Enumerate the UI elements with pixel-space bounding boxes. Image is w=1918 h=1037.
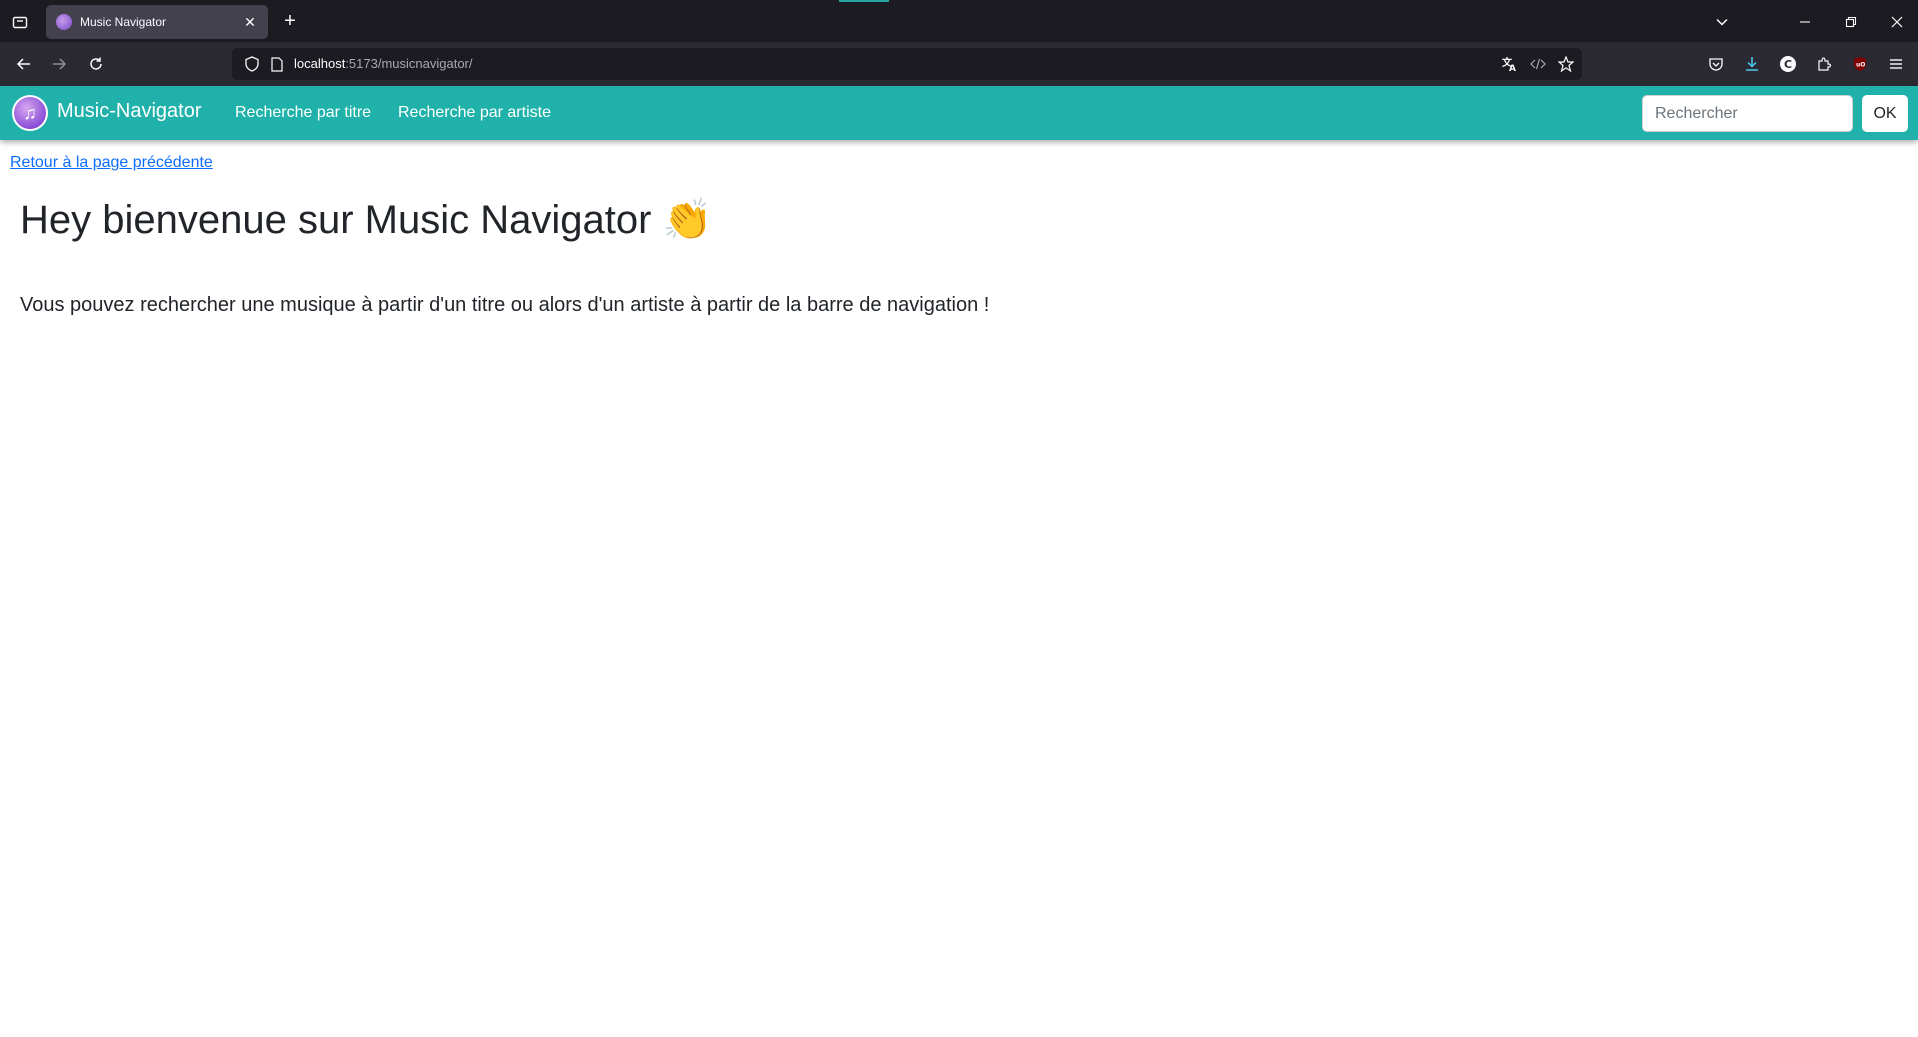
- code-icon[interactable]: [1530, 56, 1546, 72]
- close-tab-icon[interactable]: ✕: [242, 14, 258, 31]
- extensions-puzzle-icon[interactable]: [1812, 52, 1836, 76]
- restore-icon[interactable]: [1839, 10, 1863, 34]
- browser-tab-bar: Music Navigator ✕ +: [0, 0, 1918, 42]
- nav-link-search-artist[interactable]: Recherche par artiste: [398, 104, 551, 122]
- svg-text:C: C: [1784, 58, 1792, 71]
- url-path: :5173/musicnavigator/: [345, 56, 473, 71]
- url-text[interactable]: localhost:5173/musicnavigator/: [294, 56, 473, 71]
- search-ok-button[interactable]: OK: [1862, 95, 1908, 132]
- tab-title: Music Navigator: [80, 15, 167, 29]
- tab-list-icon[interactable]: [8, 10, 32, 34]
- browser-toolbar: localhost:5173/musicnavigator/ 文A C uO: [0, 42, 1918, 86]
- tab-accent-line: [839, 0, 889, 2]
- music-logo-icon[interactable]: ♫: [12, 95, 48, 131]
- translate-icon[interactable]: 文A: [1502, 56, 1518, 72]
- nav-link-search-title[interactable]: Recherche par titre: [235, 104, 371, 122]
- url-host: localhost: [294, 56, 346, 71]
- url-bar[interactable]: localhost:5173/musicnavigator/ 文A: [232, 48, 1582, 80]
- page-icon[interactable]: [269, 56, 285, 72]
- back-link[interactable]: Retour à la page précédente: [10, 154, 213, 172]
- new-tab-icon[interactable]: +: [278, 10, 302, 34]
- minimize-icon[interactable]: [1793, 10, 1817, 34]
- back-arrow-icon[interactable]: [12, 52, 36, 76]
- page-title: Hey bienvenue sur Music Navigator 👏: [20, 198, 713, 242]
- reload-icon[interactable]: [84, 52, 108, 76]
- extension-c-icon[interactable]: C: [1776, 52, 1800, 76]
- svg-text:uO: uO: [1856, 62, 1865, 69]
- app-brand[interactable]: Music-Navigator: [57, 100, 201, 123]
- forward-arrow-icon[interactable]: [47, 52, 71, 76]
- pocket-icon[interactable]: [1704, 52, 1728, 76]
- browser-tab[interactable]: Music Navigator ✕: [46, 5, 268, 39]
- search-input[interactable]: [1642, 95, 1853, 132]
- shield-icon[interactable]: [244, 56, 260, 72]
- close-window-icon[interactable]: [1885, 10, 1909, 34]
- svg-text:A: A: [1509, 64, 1516, 72]
- tab-overflow-chevron-icon[interactable]: [1710, 10, 1734, 34]
- app-navbar: ♫ Music-Navigator Recherche par titre Re…: [0, 86, 1918, 140]
- bookmark-star-icon[interactable]: [1558, 56, 1574, 72]
- music-favicon-icon: [56, 14, 72, 30]
- downloads-icon[interactable]: [1740, 52, 1764, 76]
- ublock-icon[interactable]: uO: [1848, 52, 1872, 76]
- intro-text: Vous pouvez rechercher une musique à par…: [20, 294, 990, 316]
- menu-hamburger-icon[interactable]: [1884, 52, 1908, 76]
